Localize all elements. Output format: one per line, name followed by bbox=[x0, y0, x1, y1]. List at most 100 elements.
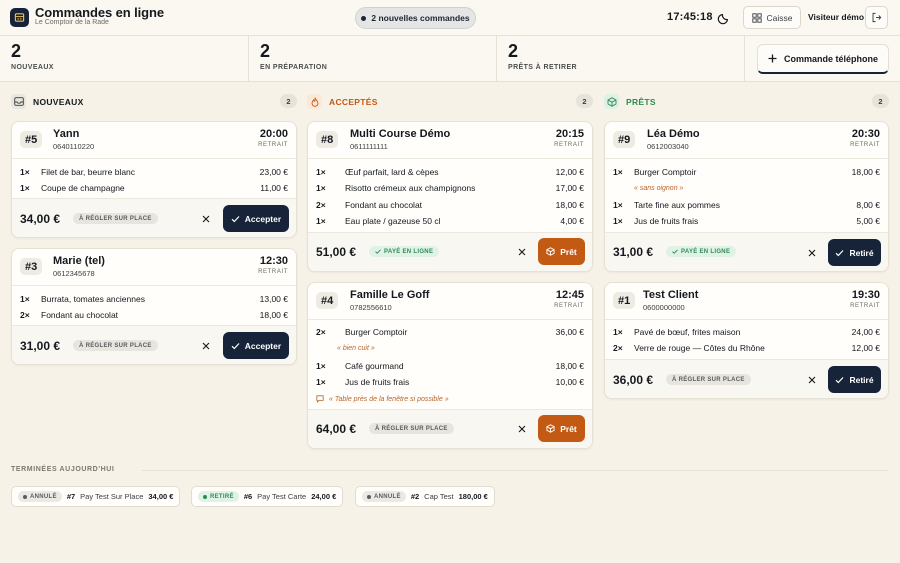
payment-badge: PAYÉ EN LIGNE bbox=[666, 246, 737, 257]
completed-order-chip[interactable]: ANNULÉ #2 Cap Test 180,00 € bbox=[355, 486, 495, 507]
logout-button[interactable] bbox=[865, 6, 888, 29]
picked-up-button[interactable]: Retiré bbox=[828, 239, 881, 266]
accept-label: Accepter bbox=[244, 213, 282, 224]
payment-label: PAYÉ EN LIGNE bbox=[681, 248, 731, 255]
line-qty: 1× bbox=[316, 167, 326, 177]
column-title: ACCEPTÉS bbox=[329, 97, 378, 107]
order-line: 2× Fondant au chocolat 18,00 € bbox=[316, 200, 584, 212]
package-icon bbox=[604, 94, 619, 109]
accept-button[interactable]: Accepter bbox=[223, 332, 289, 359]
ready-button[interactable]: Prêt bbox=[538, 238, 585, 265]
stat-value: 2 bbox=[260, 41, 271, 61]
customer-phone: 0611111111 bbox=[350, 142, 388, 151]
order-number: #1 bbox=[613, 292, 636, 309]
order-amount: 180,00 € bbox=[458, 492, 488, 501]
order-card-4[interactable]: #4 Famille Le Goff 0782556610 12:45 RETR… bbox=[307, 282, 593, 449]
customer-name: Famille Le Goff bbox=[350, 289, 430, 301]
line-qty: 1× bbox=[20, 294, 30, 304]
line-qty: 1× bbox=[316, 183, 326, 193]
line-name: Jus de fruits frais bbox=[345, 377, 410, 387]
line-name: Risotto crémeux aux champignons bbox=[345, 183, 476, 193]
status-dot-icon bbox=[361, 15, 367, 21]
pickup-time: 12:45 bbox=[555, 289, 584, 301]
item-note: « sans oignon » bbox=[634, 185, 684, 192]
pickup-mode: RETRAIT bbox=[258, 142, 288, 148]
divider bbox=[308, 319, 592, 320]
reject-icon[interactable] bbox=[201, 214, 211, 224]
order-card-8[interactable]: #8 Multi Course Démo 0611111111 20:15 RE… bbox=[307, 121, 593, 272]
line-qty: 2× bbox=[316, 200, 326, 210]
status-label: ANNULÉ bbox=[374, 493, 401, 500]
status-label: RETIRÉ bbox=[210, 493, 234, 500]
line-name: Eau plate / gazeuse 50 cl bbox=[345, 216, 441, 226]
pickup-time: 20:00 bbox=[259, 128, 288, 140]
line-name: Fondant au chocolat bbox=[345, 200, 423, 210]
check-icon bbox=[231, 342, 240, 349]
line-price: 23,00 € bbox=[259, 167, 288, 177]
column-count: 2 bbox=[872, 94, 889, 108]
picked-up-label: Retiré bbox=[849, 247, 874, 258]
clock: 17:45:18 bbox=[667, 11, 713, 23]
stat-label: NOUVEAUX bbox=[11, 64, 54, 71]
line-price: 4,00 € bbox=[560, 216, 584, 226]
status-dot-icon bbox=[367, 494, 371, 499]
order-line: 2× Burger Comptoir 36,00 € bbox=[316, 327, 584, 339]
dark-mode-toggle[interactable] bbox=[717, 11, 731, 25]
divider bbox=[605, 319, 888, 320]
status-badge: ANNULÉ bbox=[362, 491, 406, 502]
reject-icon[interactable] bbox=[517, 247, 527, 257]
stat-label: PRÊTS À RETIRER bbox=[508, 64, 578, 71]
order-number: #3 bbox=[20, 258, 43, 275]
new-orders-pill[interactable]: 2 nouvelles commandes bbox=[355, 7, 476, 29]
picked-up-button[interactable]: Retiré bbox=[828, 366, 881, 393]
customer-name: Test Client bbox=[643, 289, 699, 301]
order-amount: 24,00 € bbox=[311, 492, 337, 501]
customer-name: Pay Test Sur Place bbox=[80, 492, 144, 501]
check-icon bbox=[672, 249, 678, 254]
ready-label: Prêt bbox=[560, 246, 577, 257]
order-card-1[interactable]: #1 Test Client 0600000000 19:30 RETRAIT … bbox=[604, 282, 889, 399]
stat-value: 2 bbox=[11, 41, 22, 61]
phone-order-button[interactable]: Commande téléphone bbox=[757, 44, 889, 74]
line-qty: 1× bbox=[316, 361, 326, 371]
line-name: Café gourmand bbox=[345, 361, 404, 371]
customer-name: Cap Test bbox=[424, 492, 454, 501]
line-price: 5,00 € bbox=[856, 216, 880, 226]
stat-new: 2 NOUVEAUX bbox=[0, 36, 249, 82]
line-price: 13,00 € bbox=[259, 294, 288, 304]
card-footer: 31,00 € À RÉGLER SUR PLACE Accepter bbox=[12, 325, 296, 364]
line-qty: 1× bbox=[316, 216, 326, 226]
order-line: 1× Risotto crémeux aux champignons 17,00 € bbox=[316, 183, 584, 195]
line-price: 11,00 € bbox=[260, 183, 288, 193]
order-card-3[interactable]: #3 Marie (tel) 0612345678 12:30 RETRAIT … bbox=[11, 248, 297, 365]
reject-icon[interactable] bbox=[807, 375, 817, 385]
completed-order-chip[interactable]: ANNULÉ #7 Pay Test Sur Place 34,00 € bbox=[11, 486, 181, 507]
status-badge: RETIRÉ bbox=[198, 491, 239, 502]
order-line: 1× Burger Comptoir 18,00 € bbox=[613, 167, 880, 179]
new-orders-label: 2 nouvelles commandes bbox=[371, 13, 470, 23]
ready-button[interactable]: Prêt bbox=[538, 415, 585, 442]
plus-icon bbox=[768, 54, 777, 63]
inbox-icon bbox=[11, 94, 26, 109]
package-icon bbox=[546, 247, 555, 256]
reject-icon[interactable] bbox=[201, 341, 211, 351]
line-qty: 2× bbox=[316, 327, 326, 337]
order-number: #4 bbox=[316, 292, 339, 309]
order-card-9[interactable]: #9 Léa Démo 0612003040 20:30 RETRAIT 1× B… bbox=[604, 121, 889, 272]
accept-button[interactable]: Accepter bbox=[223, 205, 289, 232]
order-card-5[interactable]: #5 Yann 0640110220 20:00 RETRAIT 1× Filet… bbox=[11, 121, 297, 238]
reject-icon[interactable] bbox=[517, 424, 527, 434]
grid-icon bbox=[751, 12, 762, 23]
line-name: Fondant au chocolat bbox=[41, 310, 119, 320]
order-line: 1× Café gourmand 18,00 € bbox=[316, 361, 584, 373]
reject-icon[interactable] bbox=[807, 248, 817, 258]
line-price: 17,00 € bbox=[555, 183, 584, 193]
stats-bar: 2 NOUVEAUX 2 EN PRÉPARATION 2 PRÊTS À RE… bbox=[0, 36, 900, 82]
completed-order-chip[interactable]: RETIRÉ #6 Pay Test Carte 24,00 € bbox=[191, 486, 344, 507]
customer-name: Marie (tel) bbox=[53, 255, 105, 267]
caisse-button[interactable]: Caisse bbox=[743, 6, 801, 29]
line-name: Burger Comptoir bbox=[634, 167, 697, 177]
order-number: #5 bbox=[20, 131, 43, 148]
order-total: 51,00 € bbox=[316, 245, 357, 259]
line-name: Tarte fine aux pommes bbox=[634, 200, 720, 210]
